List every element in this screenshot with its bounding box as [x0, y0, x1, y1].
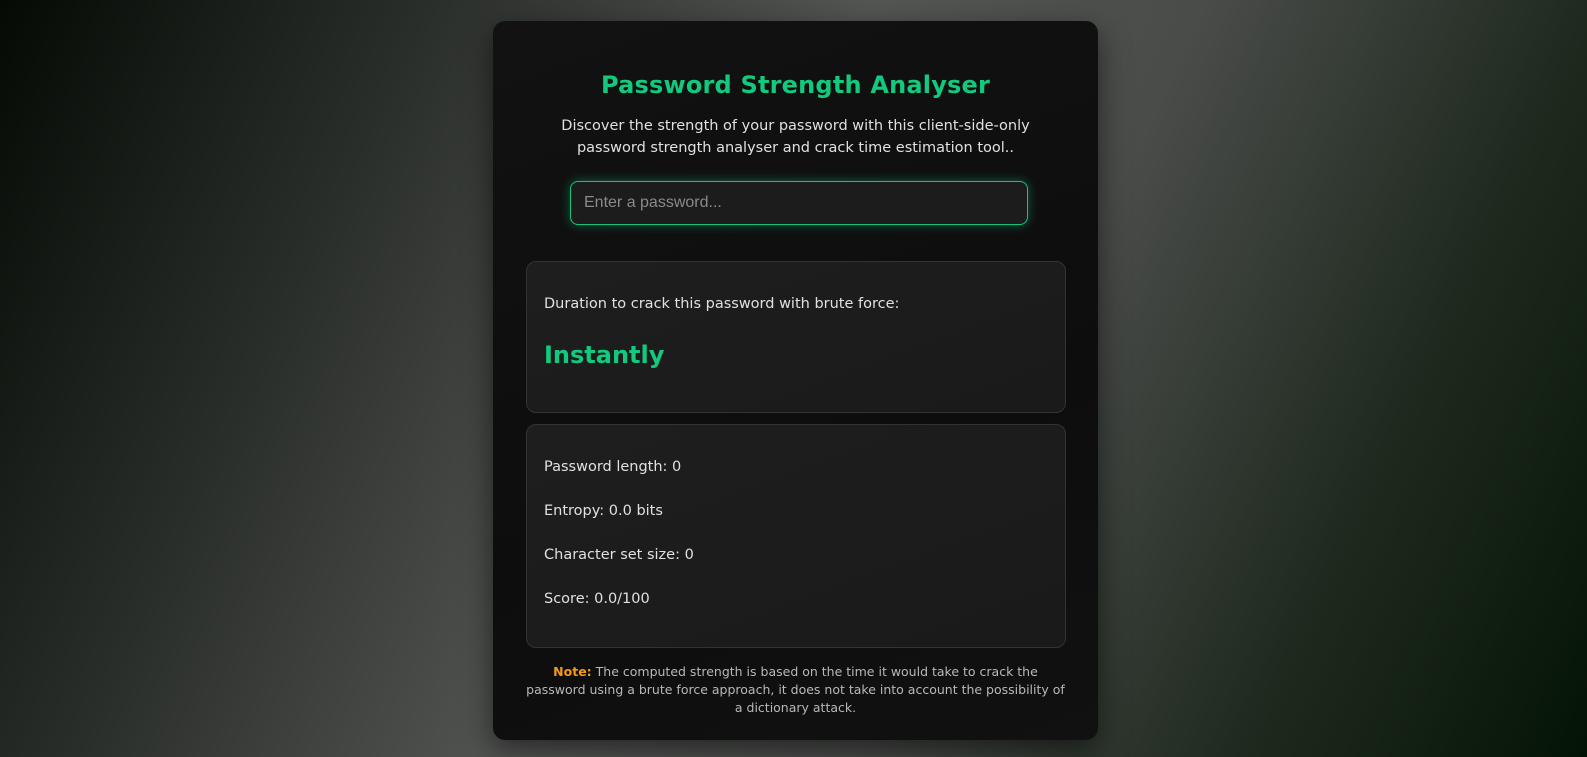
page-subtitle: Discover the strength of your password w… [561, 118, 1030, 156]
crack-time-value: Instantly [544, 341, 665, 369]
stats-panel: Password length: 0 Entropy: 0.0 bits Cha… [526, 424, 1066, 648]
charset-size-stat: Character set size: 0 [544, 547, 694, 563]
note-text: The computed strength is based on the ti… [526, 664, 1065, 715]
password-length-stat: Password length: 0 [544, 459, 682, 475]
crack-time-panel: Duration to crack this password with bru… [526, 261, 1066, 413]
disclaimer-note: Note: The computed strength is based on … [523, 663, 1068, 717]
crack-time-label: Duration to crack this password with bru… [544, 296, 900, 312]
password-input[interactable] [570, 181, 1028, 225]
note-label: Note: [553, 664, 592, 679]
entropy-stat: Entropy: 0.0 bits [544, 503, 663, 519]
page-title: Password Strength Analyser [600, 71, 991, 99]
analyser-card: Password Strength Analyser Discover the … [493, 21, 1098, 740]
password-input-wrapper [570, 181, 1028, 225]
score-stat: Score: 0.0/100 [544, 591, 650, 607]
